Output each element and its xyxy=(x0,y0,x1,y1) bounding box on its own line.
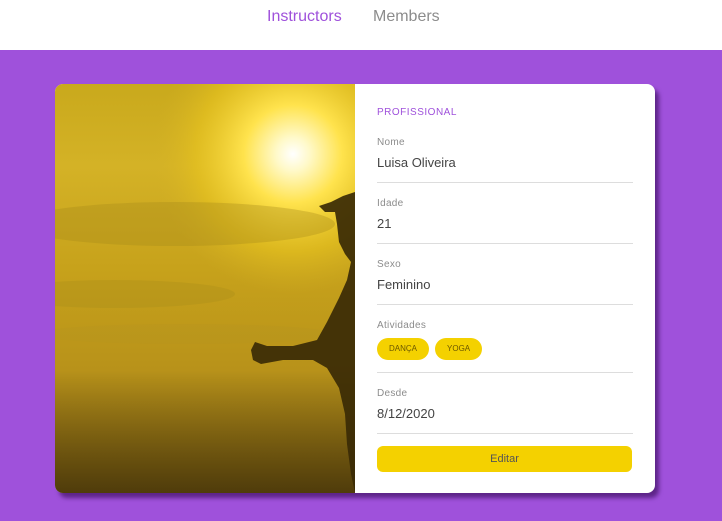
field-atividades: Atividades DANÇA YOGA xyxy=(377,320,633,373)
edit-button[interactable]: Editar xyxy=(377,446,632,472)
section-title: PROFISSIONAL xyxy=(377,107,457,118)
nav-link-instructors[interactable]: Instructors xyxy=(267,7,342,27)
top-navigation-bar: Instructors Members xyxy=(0,0,722,50)
field-nome-value: Luisa Oliveira xyxy=(377,155,456,170)
field-desde-label: Desde xyxy=(377,388,408,399)
activity-tags: DANÇA YOGA xyxy=(377,338,633,361)
instructor-card: PROFISSIONAL Nome Luisa Oliveira Idade 2… xyxy=(55,84,655,493)
runner-silhouette-sunset-photo xyxy=(55,84,355,493)
instructor-details: PROFISSIONAL Nome Luisa Oliveira Idade 2… xyxy=(355,84,655,493)
field-nome-label: Nome xyxy=(377,137,405,148)
instructor-photo xyxy=(55,84,355,493)
field-idade: Idade 21 xyxy=(377,198,633,244)
field-idade-value: 21 xyxy=(377,216,392,231)
field-sexo-label: Sexo xyxy=(377,259,401,270)
field-desde: Desde 8/12/2020 xyxy=(377,388,633,434)
field-desde-value: 8/12/2020 xyxy=(377,406,435,421)
nav-link-members[interactable]: Members xyxy=(373,7,440,27)
field-idade-label: Idade xyxy=(377,198,404,209)
field-sexo: Sexo Feminino xyxy=(377,259,633,305)
activity-tag: DANÇA xyxy=(377,338,430,360)
field-nome: Nome Luisa Oliveira xyxy=(377,137,633,183)
field-atividades-label: Atividades xyxy=(377,320,427,331)
field-sexo-value: Feminino xyxy=(377,277,431,292)
activity-tag: YOGA xyxy=(435,338,483,360)
